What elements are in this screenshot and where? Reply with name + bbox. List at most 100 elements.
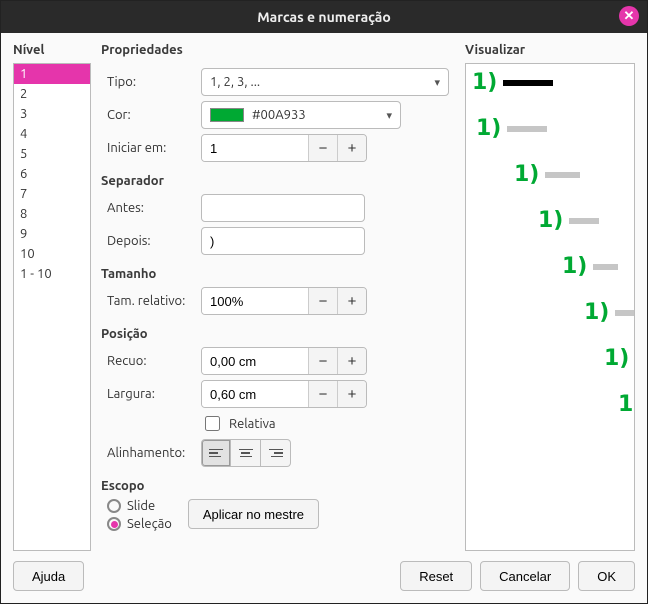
titlebar: Marcas e numeração ✕ — [1, 1, 647, 33]
preview-number: 1) — [562, 254, 587, 279]
type-dropdown[interactable]: 1, 2, 3, ... ▾ — [201, 68, 449, 96]
width-decrement-button[interactable]: − — [308, 381, 337, 407]
align-left-button[interactable] — [201, 439, 231, 467]
cancel-button[interactable]: Cancelar — [480, 561, 570, 591]
indent-row: Recuo: − + — [101, 347, 455, 375]
level-item[interactable]: 8 — [14, 204, 90, 224]
preview-box: 1) 1) 1) 1) 1) 1) 1) 1) — [465, 63, 635, 551]
width-input[interactable] — [202, 381, 308, 407]
relsize-input[interactable] — [202, 288, 308, 314]
align-right-button[interactable] — [261, 439, 291, 467]
preview-heading: Visualizar — [465, 43, 635, 57]
preview-textbar — [615, 310, 635, 316]
preview-number: 1) — [476, 116, 501, 141]
level-item[interactable]: 3 — [14, 104, 90, 124]
indent-spinner: − + — [201, 347, 367, 375]
width-increment-button[interactable]: + — [337, 381, 366, 407]
color-value: #00A933 — [252, 108, 306, 122]
level-item[interactable]: 7 — [14, 184, 90, 204]
chevron-down-icon: ▾ — [386, 109, 392, 122]
preview-number: 1) — [604, 346, 629, 371]
properties-heading: Propriedades — [101, 43, 455, 57]
align-center-button[interactable] — [231, 439, 261, 467]
preview-line: 1) — [584, 300, 635, 325]
scope-slide-radio[interactable]: Slide — [107, 499, 172, 513]
relsize-increment-button[interactable]: + — [337, 288, 366, 314]
start-input[interactable] — [202, 135, 308, 161]
preview-number: 1) — [538, 208, 563, 233]
start-label: Iniciar em: — [101, 141, 201, 155]
scope-row: Slide Seleção Aplicar no mestre — [101, 499, 455, 531]
alignment-label: Alinhamento: — [101, 446, 201, 460]
scope-heading: Escopo — [101, 479, 455, 493]
properties-column: Propriedades Tipo: 1, 2, 3, ... ▾ Cor: #… — [101, 43, 455, 551]
level-item[interactable]: 10 — [14, 244, 90, 264]
level-item[interactable]: 1 - 10 — [14, 264, 90, 284]
width-spinner: − + — [201, 380, 367, 408]
preview-number: 1) — [618, 392, 635, 417]
level-item[interactable]: 4 — [14, 124, 90, 144]
level-item[interactable]: 9 — [14, 224, 90, 244]
preview-number: 1) — [472, 70, 497, 95]
scope-radio-group: Slide Seleção — [101, 499, 172, 531]
indent-increment-button[interactable]: + — [337, 348, 366, 374]
preview-line: 1) — [476, 116, 547, 141]
indent-decrement-button[interactable]: − — [308, 348, 337, 374]
apply-master-button[interactable]: Aplicar no mestre — [188, 499, 319, 529]
content-area: Nível 123456789101 - 10 Propriedades Tip… — [1, 33, 647, 551]
separator-heading: Separador — [101, 174, 455, 188]
reset-button[interactable]: Reset — [400, 561, 472, 591]
close-button[interactable]: ✕ — [619, 6, 639, 26]
scope-selection-radio[interactable]: Seleção — [107, 517, 172, 531]
level-item[interactable]: 1 — [14, 64, 90, 84]
close-icon: ✕ — [624, 9, 635, 24]
align-center-icon — [239, 447, 253, 460]
ok-button[interactable]: OK — [578, 561, 635, 591]
start-spinner: − + — [201, 134, 367, 162]
relative-label: Relativa — [229, 417, 276, 431]
alignment-group — [201, 439, 291, 467]
preview-textbar — [507, 126, 547, 132]
relsize-spinner: − + — [201, 287, 367, 315]
width-row: Largura: − + — [101, 380, 455, 408]
help-button[interactable]: Ajuda — [13, 561, 84, 591]
level-heading: Nível — [13, 43, 91, 57]
before-label: Antes: — [101, 201, 201, 215]
width-label: Largura: — [101, 387, 201, 401]
level-column: Nível 123456789101 - 10 — [13, 43, 91, 551]
preview-textbar — [569, 218, 599, 224]
preview-line: 1) — [618, 392, 635, 417]
level-item[interactable]: 2 — [14, 84, 90, 104]
level-list[interactable]: 123456789101 - 10 — [13, 63, 91, 551]
preview-line: 1) — [604, 346, 635, 371]
alignment-row: Alinhamento: — [101, 439, 455, 467]
preview-column: Visualizar 1) 1) 1) 1) 1) 1) 1) 1) — [465, 43, 635, 551]
type-row: Tipo: 1, 2, 3, ... ▾ — [101, 68, 455, 96]
scope-selection-label: Seleção — [127, 517, 172, 531]
type-value: 1, 2, 3, ... — [210, 75, 260, 89]
preview-textbar — [503, 80, 553, 86]
color-row: Cor: #00A933 ▾ — [101, 101, 455, 129]
relative-checkbox[interactable] — [205, 416, 220, 431]
type-label: Tipo: — [101, 75, 201, 89]
preview-textbar — [593, 264, 618, 270]
relsize-decrement-button[interactable]: − — [308, 288, 337, 314]
position-heading: Posição — [101, 327, 455, 341]
indent-input[interactable] — [202, 348, 308, 374]
indent-label: Recuo: — [101, 354, 201, 368]
before-input[interactable] — [201, 194, 365, 222]
start-decrement-button[interactable]: − — [308, 135, 337, 161]
start-increment-button[interactable]: + — [337, 135, 366, 161]
align-left-icon — [209, 447, 223, 460]
relsize-label: Tam. relativo: — [101, 294, 201, 308]
preview-number: 1) — [514, 162, 539, 187]
level-item[interactable]: 5 — [14, 144, 90, 164]
color-dropdown[interactable]: #00A933 ▾ — [201, 101, 401, 129]
after-input[interactable] — [201, 227, 365, 255]
preview-number: 1) — [584, 300, 609, 325]
level-item[interactable]: 6 — [14, 164, 90, 184]
preview-line: 1) — [538, 208, 599, 233]
radio-icon — [107, 499, 121, 513]
color-swatch-icon — [210, 108, 244, 122]
start-row: Iniciar em: − + — [101, 134, 455, 162]
